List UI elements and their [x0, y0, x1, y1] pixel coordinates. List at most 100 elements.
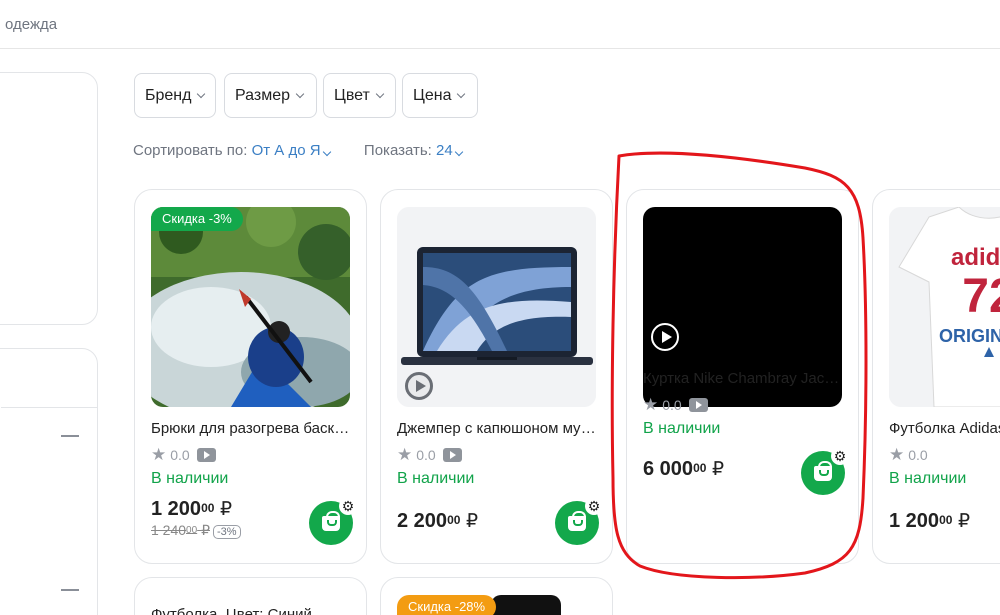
- product-title[interactable]: Футболка. Цвет: Синий: [151, 606, 312, 615]
- add-to-cart-button[interactable]: ⚙: [309, 497, 357, 545]
- star-icon: ★: [643, 395, 659, 414]
- tshirt-print-number: 72: [962, 270, 1000, 323]
- show-label: Показать:: [363, 142, 432, 159]
- price-main: 1 200: [151, 498, 202, 520]
- product-title[interactable]: Футболка Adidas Originals: [889, 420, 1000, 437]
- show-count-value[interactable]: 24: [436, 142, 453, 159]
- currency-symbol: ₽: [957, 511, 971, 532]
- stock-status: В наличии: [889, 470, 967, 487]
- discount-badge: Скидка -28%: [397, 595, 497, 615]
- old-price-kopecks: 00: [186, 525, 198, 536]
- rating-value: 0.0: [416, 446, 436, 463]
- product-title[interactable]: Куртка Nike Chambray Jacket: [643, 370, 842, 387]
- video-review-icon[interactable]: [442, 447, 462, 462]
- product-card[interactable]: Скидка -3% Брюки для разогрева баскетбол…: [134, 189, 367, 564]
- price-kopecks: 00: [939, 513, 953, 527]
- product-rating: ★ 0.0: [889, 446, 928, 463]
- gear-icon[interactable]: ⚙: [831, 447, 849, 465]
- video-review-icon[interactable]: [196, 447, 216, 462]
- chevron-down-icon: [322, 147, 331, 157]
- collapse-minus-icon[interactable]: [61, 589, 79, 591]
- star-icon: ★: [889, 445, 905, 464]
- price-main: 1 200: [889, 510, 940, 532]
- product-rating: ★ 0.0: [151, 446, 216, 463]
- currency-symbol: ₽: [219, 499, 233, 520]
- search-query-text[interactable]: одежда: [5, 16, 57, 33]
- chevron-down-icon: [197, 89, 206, 98]
- chevron-down-icon: [295, 89, 305, 98]
- product-title[interactable]: Брюки для разогрева баскетбольные: [151, 420, 350, 437]
- price-kopecks: 00: [201, 501, 215, 515]
- video-review-icon[interactable]: [688, 397, 708, 412]
- product-card[interactable]: Куртка Nike Chambray Jacket ★ 0.0 В нали…: [626, 189, 859, 564]
- catalog-page: одежда Бренд Размер Цвет Цена Сортироват…: [0, 0, 1000, 615]
- old-currency: ₽: [201, 522, 210, 538]
- stock-status: В наличии: [151, 470, 229, 487]
- sidebar-divider: [1, 407, 97, 408]
- product-image-kayak[interactable]: [151, 207, 350, 407]
- product-price: 1 20000 ₽: [889, 510, 970, 533]
- rating-value: 0.0: [170, 446, 190, 463]
- filter-price-button[interactable]: Цена: [402, 73, 478, 118]
- sidebar-filter-panel: [0, 348, 98, 615]
- filter-color-button[interactable]: Цвет: [323, 73, 396, 118]
- sort-label: Сортировать по:: [133, 142, 248, 159]
- price-kopecks: 00: [693, 461, 707, 475]
- filter-brand-label: Бренд: [145, 86, 192, 104]
- filter-price-label: Цена: [413, 86, 452, 104]
- rating-value: 0.0: [662, 396, 682, 413]
- product-price: 1 20000 ₽: [151, 498, 232, 521]
- shopping-bag-icon: [322, 511, 340, 531]
- stock-status: В наличии: [643, 420, 721, 437]
- tshirt-print-brand: adidas: [951, 244, 1000, 271]
- product-rating: ★ 0.0: [397, 446, 462, 463]
- discount-badge: Скидка -3%: [151, 207, 243, 231]
- product-card[interactable]: Скидка -28%: [380, 577, 613, 615]
- stock-status: В наличии: [397, 470, 475, 487]
- product-card[interactable]: adidas 72 ORIGINALS Футболка Adidas Orig…: [872, 189, 1000, 564]
- filter-brand-button[interactable]: Бренд: [134, 73, 216, 118]
- add-to-cart-button[interactable]: ⚙: [801, 447, 849, 495]
- sidebar-panel-top: [0, 72, 98, 325]
- chevron-down-icon: [454, 147, 463, 157]
- price-main: 2 200: [397, 510, 448, 532]
- sort-select[interactable]: От А до Я: [252, 142, 331, 159]
- product-image[interactable]: [491, 595, 561, 615]
- price-main: 6 000: [643, 458, 694, 480]
- product-title[interactable]: Джемпер с капюшоном мужской: [397, 420, 596, 437]
- currency-symbol: ₽: [711, 459, 725, 480]
- product-card[interactable]: Футболка. Цвет: Синий: [134, 577, 367, 615]
- tshirt-print-line: ORIGINALS: [939, 326, 1000, 346]
- product-image-laptop[interactable]: [397, 207, 596, 407]
- star-icon: ★: [151, 445, 167, 464]
- play-video-icon[interactable]: [405, 372, 433, 400]
- sort-value[interactable]: От А до Я: [252, 142, 321, 159]
- filter-color-label: Цвет: [334, 86, 370, 104]
- discount-chip: -3%: [212, 525, 241, 539]
- search-bar[interactable]: одежда: [0, 0, 1000, 49]
- filter-size-button[interactable]: Размер: [224, 73, 317, 118]
- gear-icon[interactable]: ⚙: [339, 497, 357, 515]
- chevron-down-icon: [375, 89, 385, 98]
- old-price-main: 1 240: [151, 522, 187, 538]
- shopping-bag-icon: [568, 511, 586, 531]
- product-price: 2 20000 ₽: [397, 510, 478, 533]
- currency-symbol: ₽: [465, 511, 479, 532]
- play-video-icon[interactable]: [651, 323, 679, 351]
- collapse-minus-icon[interactable]: [61, 435, 79, 437]
- star-icon: ★: [397, 445, 413, 464]
- sort-row: Сортировать по: От А до Я Показать: 24: [133, 142, 463, 159]
- chevron-down-icon: [457, 89, 466, 98]
- product-price: 6 00000 ₽: [643, 458, 724, 481]
- shopping-bag-icon: [814, 461, 832, 481]
- gear-icon[interactable]: ⚙: [585, 497, 603, 515]
- rating-value: 0.0: [908, 446, 928, 463]
- product-card[interactable]: Джемпер с капюшоном мужской ★ 0.0 В нали…: [380, 189, 613, 564]
- show-count-select[interactable]: 24: [436, 142, 463, 159]
- old-price: 1 24000 ₽ -3%: [151, 522, 241, 539]
- filter-size-label: Размер: [235, 86, 290, 104]
- add-to-cart-button[interactable]: ⚙: [555, 497, 603, 545]
- price-kopecks: 00: [447, 513, 461, 527]
- product-image-tshirt[interactable]: adidas 72 ORIGINALS: [889, 207, 1000, 407]
- product-rating: ★ 0.0: [643, 396, 708, 413]
